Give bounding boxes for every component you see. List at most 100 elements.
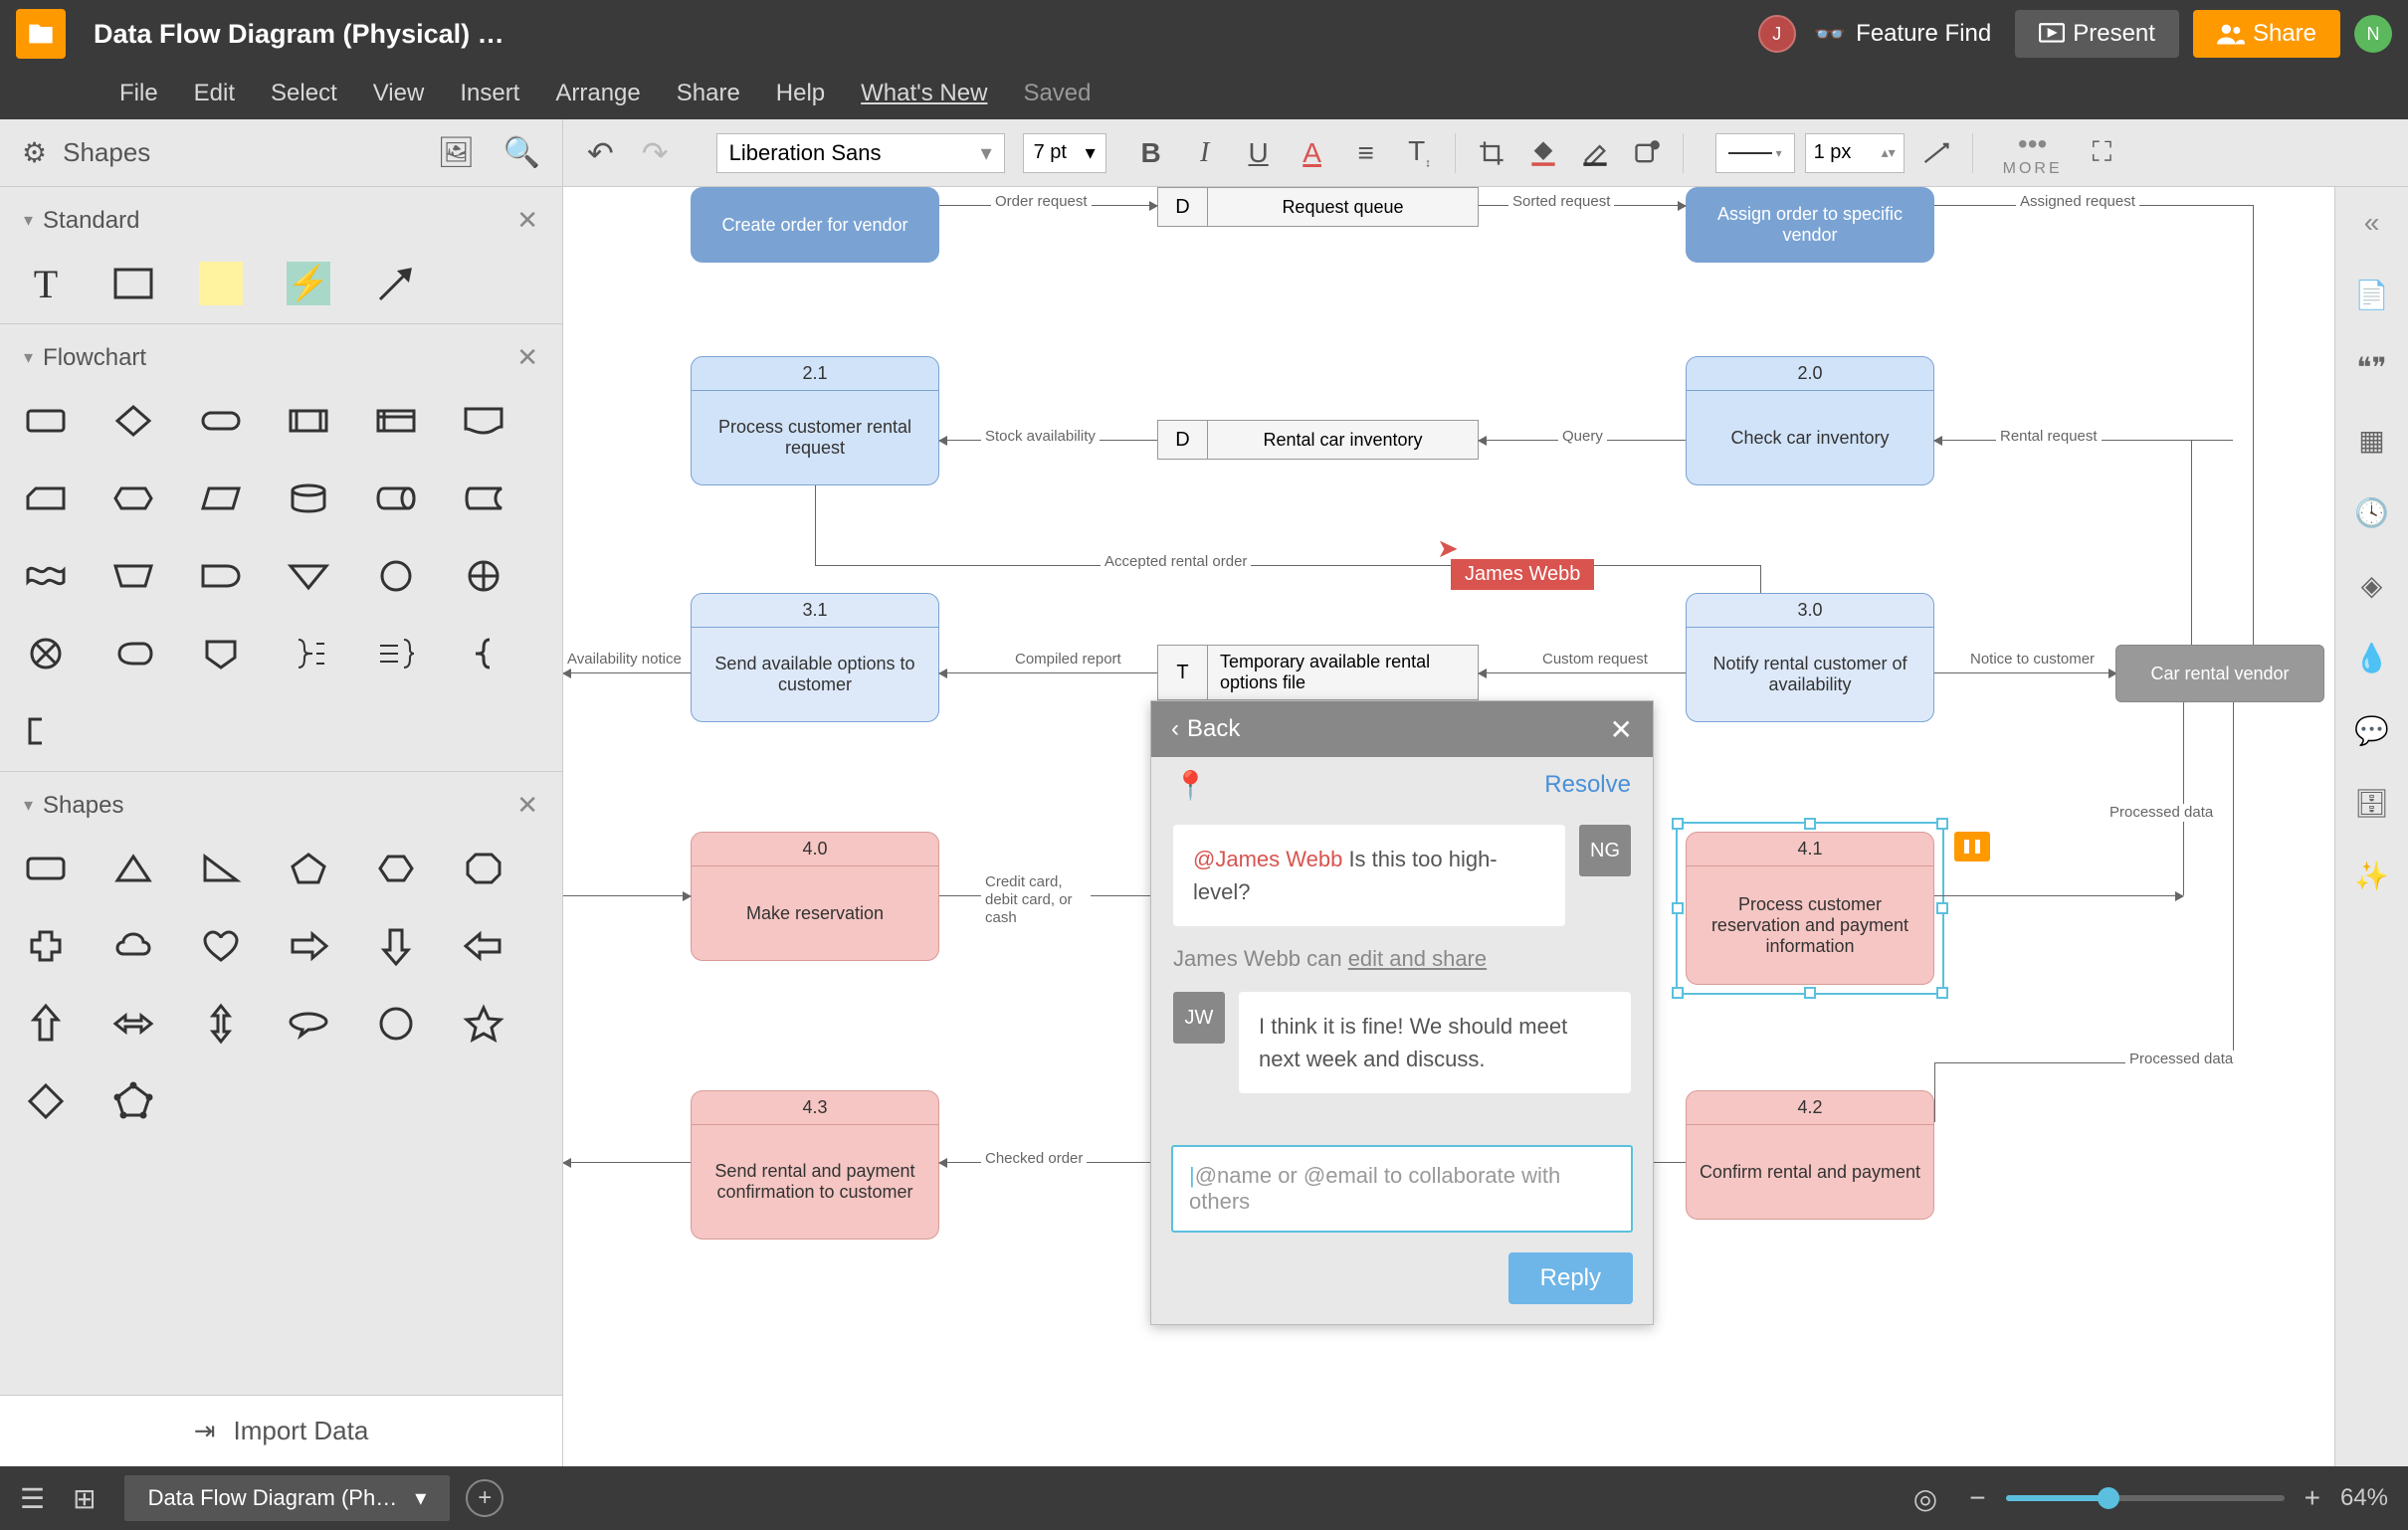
menu-insert[interactable]: Insert bbox=[460, 80, 519, 107]
shape-direct-data[interactable] bbox=[374, 477, 418, 520]
data-icon[interactable]: 🗄 bbox=[2354, 787, 2390, 820]
grid-view-icon[interactable]: ⊞ bbox=[73, 1482, 96, 1515]
node-vendor[interactable]: Car rental vendor bbox=[2115, 645, 2324, 702]
shape-arrow-right[interactable] bbox=[287, 924, 330, 968]
shape-connector[interactable] bbox=[374, 554, 418, 598]
shape-offpage[interactable] bbox=[199, 632, 243, 675]
document-title[interactable]: Data Flow Diagram (Physical) … bbox=[94, 19, 504, 50]
menu-arrange[interactable]: Arrange bbox=[555, 80, 640, 107]
comment-input[interactable]: |@name or @email to collaborate with oth… bbox=[1171, 1145, 1633, 1233]
italic-button[interactable]: I bbox=[1190, 137, 1220, 169]
user-avatar[interactable]: N bbox=[2354, 15, 2392, 53]
node-3-1[interactable]: 3.1 Send available options to customer bbox=[691, 593, 939, 722]
shape-callout[interactable] bbox=[287, 1002, 330, 1046]
layers-icon[interactable]: ◈ bbox=[2361, 569, 2383, 602]
shape-triangle[interactable] bbox=[111, 847, 155, 890]
more-icon[interactable]: ••• bbox=[2003, 128, 2063, 160]
shape-arrow-ud[interactable] bbox=[199, 1002, 243, 1046]
chevron-down-icon[interactable]: ▾ bbox=[24, 795, 33, 816]
menu-whats-new[interactable]: What's New bbox=[861, 80, 987, 107]
shape-right-triangle[interactable] bbox=[199, 847, 243, 890]
shape-diamond[interactable] bbox=[24, 1079, 68, 1123]
shape-heart[interactable] bbox=[199, 924, 243, 968]
node-2-1[interactable]: 2.1 Process customer rental request bbox=[691, 356, 939, 485]
shape-annotation[interactable] bbox=[24, 709, 68, 753]
shape-display[interactable] bbox=[111, 632, 155, 675]
menu-edit[interactable]: Edit bbox=[194, 80, 235, 107]
shape-arrow-up[interactable] bbox=[24, 1002, 68, 1046]
shape-summing[interactable] bbox=[462, 554, 505, 598]
crop-icon[interactable] bbox=[1476, 137, 1507, 169]
document-icon[interactable]: 📄 bbox=[2354, 279, 2389, 311]
chevron-down-icon[interactable]: ▾ bbox=[24, 347, 33, 368]
node-assign-order[interactable]: Assign order to specific vendor bbox=[1686, 187, 1934, 263]
menu-share[interactable]: Share bbox=[677, 80, 740, 107]
shape-cloud[interactable] bbox=[111, 924, 155, 968]
presentation-icon[interactable]: ▦ bbox=[2358, 424, 2384, 457]
menu-select[interactable]: Select bbox=[271, 80, 337, 107]
node-4-3[interactable]: 4.3 Send rental and payment confirmation… bbox=[691, 1090, 939, 1240]
close-icon[interactable]: ✕ bbox=[516, 790, 538, 821]
line-width-select[interactable]: 1 px▴▾ bbox=[1805, 133, 1905, 173]
shape-pentagon[interactable] bbox=[287, 847, 330, 890]
chat-icon[interactable]: 💬 bbox=[2354, 714, 2389, 747]
shape-hexagon[interactable] bbox=[374, 847, 418, 890]
shape-preparation[interactable] bbox=[111, 477, 155, 520]
menu-file[interactable]: File bbox=[119, 80, 158, 107]
shape-circle[interactable] bbox=[374, 1002, 418, 1046]
menu-help[interactable]: Help bbox=[776, 80, 825, 107]
shape-card[interactable] bbox=[24, 477, 68, 520]
shape-terminator[interactable] bbox=[199, 399, 243, 443]
shape-polygon[interactable] bbox=[111, 1079, 155, 1123]
section-shapes-title[interactable]: Shapes bbox=[43, 792, 516, 820]
comment-badge-icon[interactable] bbox=[1954, 832, 1990, 861]
text-options-button[interactable]: T↕ bbox=[1405, 135, 1435, 170]
shape-arrow-left-block[interactable] bbox=[462, 924, 505, 968]
shape-octagon[interactable] bbox=[462, 847, 505, 890]
underline-button[interactable]: U bbox=[1244, 137, 1274, 169]
shape-text[interactable]: T bbox=[24, 262, 68, 305]
font-size-select[interactable]: 7 pt▾ bbox=[1023, 133, 1106, 173]
pin-icon[interactable]: 📍 bbox=[1173, 769, 1208, 802]
datastore-request-queue[interactable]: D Request queue bbox=[1157, 187, 1479, 227]
line-style-select[interactable]: ▾ bbox=[1715, 133, 1795, 173]
close-icon[interactable]: ✕ bbox=[516, 342, 538, 373]
shape-internal-storage[interactable] bbox=[374, 399, 418, 443]
shape-star[interactable] bbox=[462, 1002, 505, 1046]
shape-decision[interactable] bbox=[111, 399, 155, 443]
shape-rectangle[interactable] bbox=[24, 847, 68, 890]
shape-arrow[interactable] bbox=[374, 262, 418, 305]
collaborator-avatar[interactable]: J bbox=[1758, 15, 1796, 53]
font-select[interactable]: Liberation Sans▾ bbox=[716, 133, 1005, 173]
shape-delay[interactable] bbox=[199, 554, 243, 598]
shape-process[interactable] bbox=[24, 399, 68, 443]
share-button[interactable]: Share bbox=[2193, 10, 2340, 58]
page-tab[interactable]: Data Flow Diagram (Ph… ▾ bbox=[124, 1475, 451, 1521]
redo-button[interactable]: ↷ bbox=[642, 134, 669, 172]
gear-icon[interactable]: ⚙ bbox=[22, 136, 47, 169]
list-view-icon[interactable]: ☰ bbox=[20, 1482, 45, 1515]
shape-brace-left[interactable] bbox=[462, 632, 505, 675]
line-options-icon[interactable] bbox=[1920, 137, 1952, 169]
zoom-level[interactable]: 64% bbox=[2340, 1484, 2388, 1512]
close-icon[interactable]: ✕ bbox=[1610, 713, 1633, 746]
shape-arrow-down[interactable] bbox=[374, 924, 418, 968]
shape-note[interactable] bbox=[199, 262, 243, 305]
chevron-down-icon[interactable]: ▾ bbox=[415, 1485, 426, 1511]
shape-plus[interactable] bbox=[24, 924, 68, 968]
shape-bolt[interactable]: ⚡ bbox=[287, 262, 330, 305]
shape-note-lines[interactable] bbox=[374, 632, 418, 675]
text-color-button[interactable]: A bbox=[1298, 137, 1327, 169]
comments-icon[interactable]: ❝❞ bbox=[2356, 351, 2386, 384]
collapse-icon[interactable]: « bbox=[2364, 207, 2380, 239]
present-button[interactable]: Present bbox=[2015, 10, 2179, 58]
node-create-order[interactable]: Create order for vendor bbox=[691, 187, 939, 263]
align-button[interactable]: ≡ bbox=[1351, 137, 1381, 169]
fullscreen-icon[interactable]: ⛶ bbox=[2093, 136, 2112, 169]
shape-database[interactable] bbox=[287, 477, 330, 520]
back-button[interactable]: ‹ Back bbox=[1171, 715, 1240, 743]
close-icon[interactable]: ✕ bbox=[516, 205, 538, 236]
image-icon[interactable]: 🖼 bbox=[438, 135, 476, 170]
feature-find[interactable]: 👓 Feature Find bbox=[1814, 19, 1991, 50]
theme-icon[interactable]: 💧 bbox=[2354, 642, 2389, 674]
